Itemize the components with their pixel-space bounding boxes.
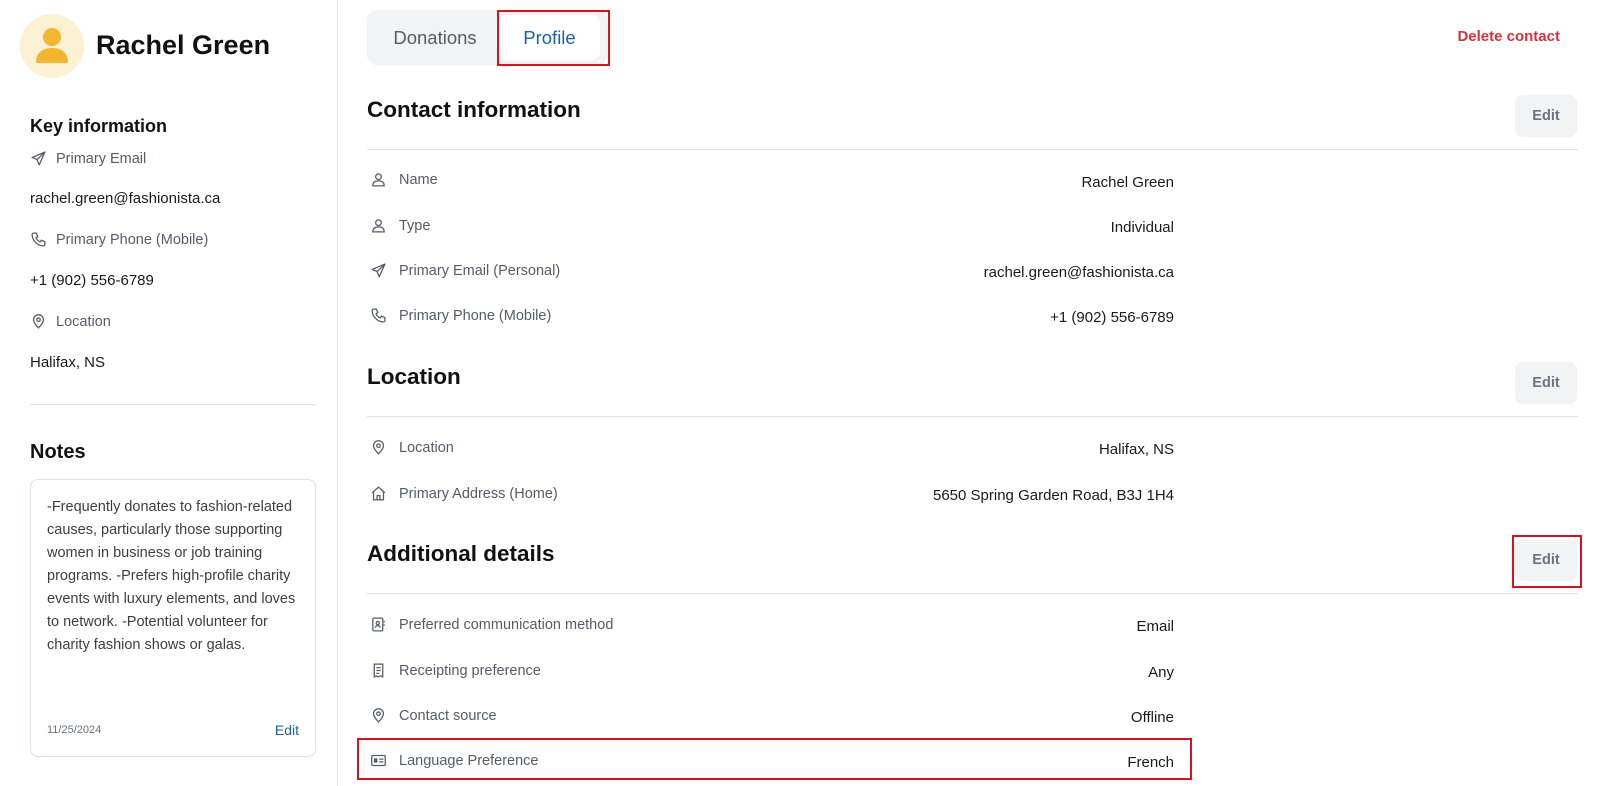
note-card: -Frequently donates to fashion-related c… — [30, 479, 316, 757]
row-label-contact-source: Contact source — [370, 707, 497, 724]
row-label-primary-address: Primary Address (Home) — [370, 485, 558, 502]
row-value-location: Halifax, NS — [1098, 441, 1174, 458]
avatar — [20, 14, 84, 78]
section-divider — [367, 593, 1578, 594]
contact-book-icon — [372, 617, 385, 632]
tab-donations[interactable]: Donations — [375, 15, 495, 60]
key-info-phone-label: Primary Phone (Mobile) — [30, 231, 208, 248]
user-icon — [372, 219, 385, 233]
note-text: -Frequently donates to fashion-related c… — [47, 499, 296, 653]
additional-details-title: Additional details — [367, 541, 555, 566]
tab-profile[interactable]: Profile — [499, 15, 600, 60]
row-value-receipting-preference: Any — [1148, 664, 1174, 681]
row-label-type: Type — [370, 217, 430, 234]
row-label-primary-phone: Primary Phone (Mobile) — [370, 307, 551, 324]
phone-icon — [371, 308, 386, 323]
section-divider — [367, 149, 1578, 150]
row-value-language-preference: French — [1127, 754, 1174, 771]
receipt-icon — [373, 663, 384, 678]
key-info-phone-value: +1 (902) 556-6789 — [30, 272, 154, 289]
tab-bar: Donations Profile — [367, 10, 607, 65]
location-pin-icon — [372, 440, 385, 455]
row-label-language-preference: Language Preference — [370, 752, 538, 769]
key-information-title: Key information — [30, 116, 168, 136]
note-date: 11/25/2024 — [47, 724, 102, 736]
row-value-name: Rachel Green — [1081, 174, 1174, 191]
location-title: Location — [367, 364, 461, 389]
delete-contact-link[interactable]: Delete contact — [1457, 28, 1560, 45]
location-pin-icon — [32, 314, 45, 329]
send-icon — [371, 263, 386, 278]
edit-location-button[interactable]: Edit — [1515, 362, 1577, 404]
section-divider — [367, 416, 1578, 417]
send-icon — [31, 151, 46, 166]
row-value-primary-email: rachel.green@fashionista.ca — [983, 264, 1174, 281]
row-label-primary-email: Primary Email (Personal) — [370, 262, 560, 279]
sidebar-divider — [30, 404, 316, 405]
row-value-primary-phone: +1 (902) 556-6789 — [1050, 309, 1174, 326]
row-value-primary-address: 5650 Spring Garden Road, B3J 1H4 — [933, 487, 1174, 504]
key-info-email-value: rachel.green@fashionista.ca — [30, 190, 221, 207]
user-icon — [372, 173, 385, 187]
contact-information-title: Contact information — [367, 97, 581, 122]
row-value-contact-source: Offline — [1130, 709, 1174, 726]
row-label-preferred-communication: Preferred communication method — [370, 616, 613, 633]
row-label-location: Location — [370, 439, 454, 456]
row-value-type: Individual — [1110, 219, 1174, 236]
home-icon — [371, 486, 386, 501]
phone-icon — [31, 232, 46, 247]
id-card-icon — [371, 754, 386, 767]
row-label-name: Name — [370, 171, 438, 188]
location-pin-icon — [372, 708, 385, 723]
edit-contact-information-button[interactable]: Edit — [1515, 95, 1577, 137]
sidebar: Rachel Green Key information Primary Ema… — [0, 0, 338, 786]
key-info-location-value: Halifax, NS — [30, 354, 106, 371]
key-info-location-label: Location — [30, 313, 111, 330]
row-label-receipting-preference: Receipting preference — [370, 662, 541, 679]
notes-title: Notes — [30, 441, 86, 463]
note-edit-link[interactable]: Edit — [275, 722, 299, 738]
contact-name: Rachel Green — [96, 30, 271, 60]
key-info-email-label: Primary Email — [30, 150, 146, 167]
edit-additional-details-button[interactable]: Edit — [1515, 539, 1577, 581]
user-avatar-icon — [36, 28, 68, 63]
row-value-preferred-communication: Email — [1136, 618, 1174, 635]
